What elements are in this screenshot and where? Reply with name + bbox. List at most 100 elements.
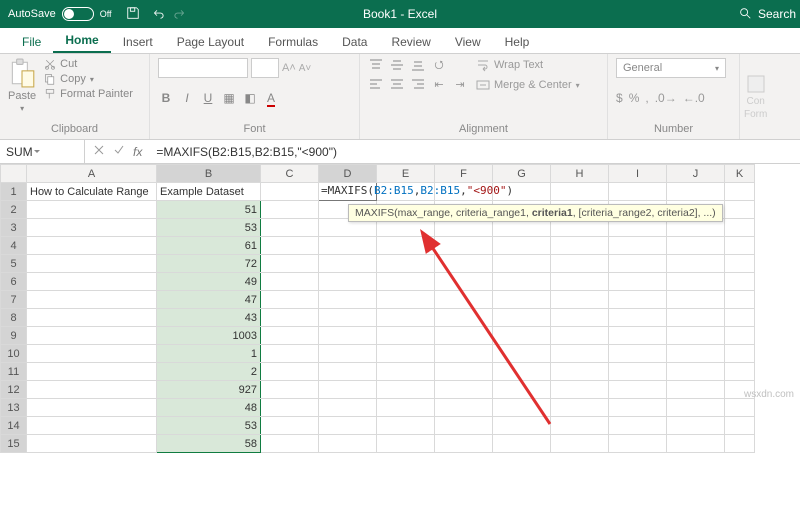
cell-e8[interactable] [377,309,435,327]
cell-c13[interactable] [261,399,319,417]
cell-f9[interactable] [435,327,493,345]
cell-k14[interactable] [725,417,755,435]
cell-b5[interactable]: 72 [157,255,261,273]
cell-e5[interactable] [377,255,435,273]
cell-e9[interactable] [377,327,435,345]
cell-g8[interactable] [493,309,551,327]
align-middle-icon[interactable] [389,58,405,72]
accounting-format-icon[interactable]: $ [616,91,623,105]
cell-b9[interactable]: 1003 [157,327,261,345]
col-header-b[interactable]: B [157,165,261,183]
cell-f14[interactable] [435,417,493,435]
cell-k3[interactable] [725,219,755,237]
col-header-a[interactable]: A [27,165,157,183]
row-header-10[interactable]: 10 [1,345,27,363]
col-header-c[interactable]: C [261,165,319,183]
cell-e13[interactable] [377,399,435,417]
cell-f7[interactable] [435,291,493,309]
border-button[interactable]: ▦ [221,91,237,105]
cell-b14[interactable]: 53 [157,417,261,435]
cell-a6[interactable] [27,273,157,291]
cell-a13[interactable] [27,399,157,417]
cell-f8[interactable] [435,309,493,327]
cell-k1[interactable] [725,183,755,201]
chevron-down-icon[interactable] [33,145,41,159]
cancel-icon[interactable] [93,144,105,159]
cell-c9[interactable] [261,327,319,345]
cell-b12[interactable]: 927 [157,381,261,399]
row-header-8[interactable]: 8 [1,309,27,327]
enter-icon[interactable] [113,144,125,159]
cell-b2[interactable]: 51 [157,201,261,219]
orientation-icon[interactable]: ⭯ [431,58,447,72]
cell-a12[interactable] [27,381,157,399]
cell-j7[interactable] [667,291,725,309]
cell-d6[interactable] [319,273,377,291]
cell-h11[interactable] [551,363,609,381]
cell-d11[interactable] [319,363,377,381]
cell-a5[interactable] [27,255,157,273]
tab-data[interactable]: Data [330,30,379,53]
tab-view[interactable]: View [443,30,493,53]
cell-c15[interactable] [261,435,319,453]
cell-i12[interactable] [609,381,667,399]
cell-c6[interactable] [261,273,319,291]
col-header-h[interactable]: H [551,165,609,183]
col-header-f[interactable]: F [435,165,493,183]
cell-a1[interactable]: How to Calculate Range [27,183,157,201]
cell-d7[interactable] [319,291,377,309]
cell-a3[interactable] [27,219,157,237]
cell-i9[interactable] [609,327,667,345]
cell-h6[interactable] [551,273,609,291]
cell-a7[interactable] [27,291,157,309]
cell-g9[interactable] [493,327,551,345]
cell-d5[interactable] [319,255,377,273]
align-bottom-icon[interactable] [410,58,426,72]
formula-input[interactable]: =MAXIFS(B2:B15,B2:B15,"<900") [150,145,800,159]
cell-d14[interactable] [319,417,377,435]
cell-d13[interactable] [319,399,377,417]
cell-e10[interactable] [377,345,435,363]
format-painter-button[interactable]: Format Painter [44,88,133,100]
col-header-i[interactable]: I [609,165,667,183]
cell-e4[interactable] [377,237,435,255]
row-header-4[interactable]: 4 [1,237,27,255]
increase-indent-icon[interactable]: ⇥ [452,77,468,91]
cell-a4[interactable] [27,237,157,255]
cell-j1[interactable] [667,183,725,201]
cell-c8[interactable] [261,309,319,327]
cell-f5[interactable] [435,255,493,273]
cell-i5[interactable] [609,255,667,273]
cell-f4[interactable] [435,237,493,255]
row-header-11[interactable]: 11 [1,363,27,381]
merge-center-button[interactable]: Merge & Center▾ [476,78,580,92]
search-box[interactable]: Search [738,6,796,23]
increase-font-icon[interactable]: A˄ [282,62,296,74]
cell-k10[interactable] [725,345,755,363]
decrease-indent-icon[interactable]: ⇤ [431,77,447,91]
cell-h15[interactable] [551,435,609,453]
cell-d10[interactable] [319,345,377,363]
cell-b6[interactable]: 49 [157,273,261,291]
select-all-corner[interactable] [1,165,27,183]
cell-b3[interactable]: 53 [157,219,261,237]
cell-k11[interactable] [725,363,755,381]
cell-f15[interactable] [435,435,493,453]
cell-h5[interactable] [551,255,609,273]
row-header-2[interactable]: 2 [1,201,27,219]
undo-icon[interactable] [150,6,164,23]
cell-k8[interactable] [725,309,755,327]
cell-a14[interactable] [27,417,157,435]
cell-b11[interactable]: 2 [157,363,261,381]
italic-button[interactable]: I [179,91,195,105]
cell-i13[interactable] [609,399,667,417]
cell-i11[interactable] [609,363,667,381]
cell-d1[interactable]: =MAXIFS(B2:B15,B2:B15,"<900") [319,183,377,201]
percent-format-icon[interactable]: % [629,91,640,105]
row-header-5[interactable]: 5 [1,255,27,273]
row-header-1[interactable]: 1 [1,183,27,201]
cell-g13[interactable] [493,399,551,417]
col-header-k[interactable]: K [725,165,755,183]
cell-k9[interactable] [725,327,755,345]
cell-g14[interactable] [493,417,551,435]
